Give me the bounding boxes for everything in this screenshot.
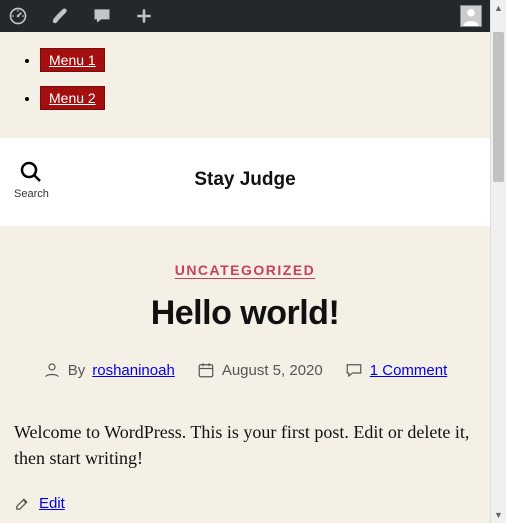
- scroll-down-arrow[interactable]: ▼: [491, 507, 506, 523]
- site-header: Search Stay Judge: [0, 138, 490, 226]
- meta-comments: 1 Comment: [345, 361, 448, 379]
- comments-link[interactable]: 1 Comment: [370, 362, 448, 379]
- nav-item-menu1: Menu 1: [40, 52, 490, 68]
- scroll-thumb[interactable]: [493, 32, 504, 182]
- nav-link-menu1[interactable]: Menu 1: [40, 48, 105, 72]
- site-title: Stay Judge: [0, 169, 490, 191]
- author-prefix: By: [68, 362, 86, 379]
- meta-date: August 5, 2020: [197, 361, 323, 379]
- category-link[interactable]: UNCATEGORIZED: [175, 262, 316, 278]
- post: UNCATEGORIZED Hello world! By roshaninoa…: [0, 226, 490, 512]
- plus-icon[interactable]: [134, 6, 154, 26]
- search-toggle[interactable]: Search: [14, 160, 49, 200]
- post-title: Hello world!: [14, 294, 476, 333]
- vertical-scrollbar[interactable]: ▲ ▼: [490, 0, 506, 523]
- post-body: Welcome to WordPress. This is your first…: [14, 419, 476, 471]
- scroll-up-arrow[interactable]: ▲: [491, 0, 506, 16]
- search-icon: [19, 160, 43, 184]
- edit-link[interactable]: Edit: [39, 495, 65, 512]
- person-icon: [43, 361, 61, 379]
- meta-author: By roshaninoah: [43, 361, 175, 379]
- admin-bar: [0, 0, 490, 32]
- brush-icon[interactable]: [50, 6, 70, 26]
- comment-meta-icon: [345, 361, 363, 379]
- nav-item-menu2: Menu 2: [40, 90, 490, 106]
- post-date: August 5, 2020: [222, 362, 323, 379]
- edit-row: Edit: [14, 495, 476, 512]
- nav-link-menu2[interactable]: Menu 2: [40, 86, 105, 110]
- dashboard-icon[interactable]: [8, 6, 28, 26]
- post-meta: By roshaninoah August 5, 2020 1 Comment: [14, 361, 476, 379]
- comment-icon[interactable]: [92, 6, 112, 26]
- edit-icon: [14, 495, 31, 512]
- search-label: Search: [14, 188, 49, 200]
- category-row: UNCATEGORIZED: [14, 262, 476, 280]
- calendar-icon: [197, 361, 215, 379]
- nav-menu: Menu 1 Menu 2: [0, 32, 490, 138]
- author-link[interactable]: roshaninoah: [92, 362, 175, 379]
- avatar-icon[interactable]: [460, 5, 482, 27]
